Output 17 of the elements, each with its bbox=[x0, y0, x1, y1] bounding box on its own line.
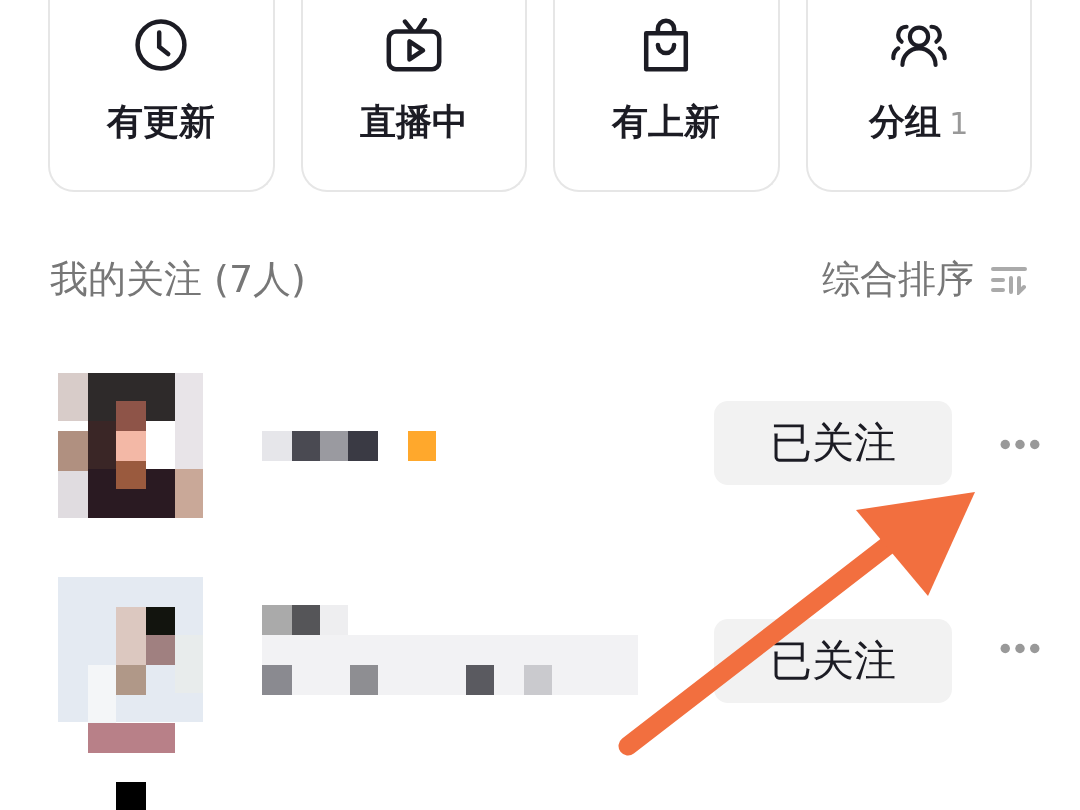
shortcut-label: 有上新 bbox=[612, 100, 721, 144]
more-icon[interactable] bbox=[1000, 643, 1040, 654]
shortcut-label: 有更新 bbox=[107, 100, 216, 144]
shortcut-card[interactable]: 有上新 bbox=[553, 0, 780, 192]
sort-button[interactable]: 综合排序 bbox=[822, 254, 974, 305]
section-title: 我的关注 (7人) bbox=[50, 256, 306, 303]
shortcut-card[interactable]: 分组 1 bbox=[805, 0, 1032, 192]
shortcut-card[interactable]: 直播中 bbox=[300, 0, 527, 192]
tv-icon bbox=[384, 18, 443, 72]
group-count: 1 bbox=[949, 106, 969, 141]
shortcut-label: 直播中 bbox=[359, 100, 468, 144]
shortcut-label: 分组 bbox=[869, 100, 942, 144]
followed-button[interactable]: 已关注 bbox=[714, 401, 952, 485]
shortcut-card[interactable]: 有更新 bbox=[48, 0, 275, 192]
sort-icon[interactable] bbox=[988, 264, 1030, 295]
followed-button[interactable]: 已关注 bbox=[714, 619, 952, 703]
more-icon[interactable] bbox=[1000, 439, 1040, 450]
